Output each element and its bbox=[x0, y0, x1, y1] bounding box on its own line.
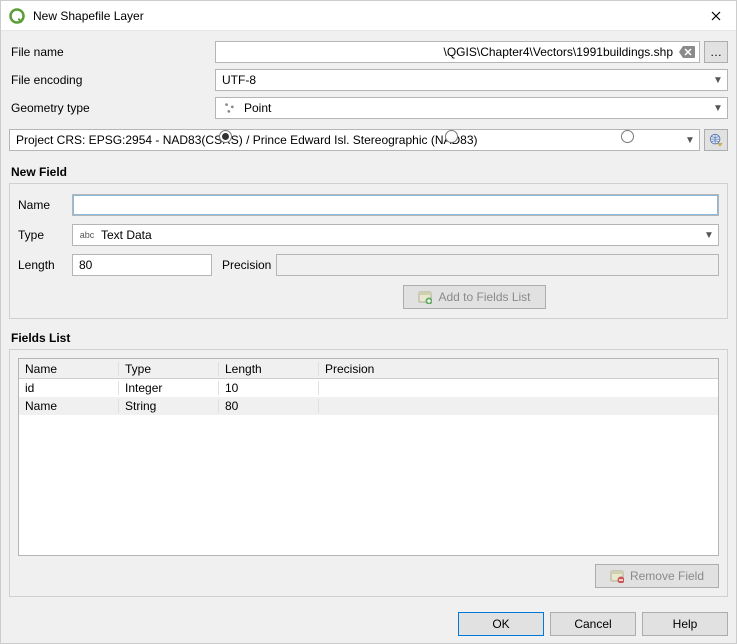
nf-precision-label: Precision bbox=[218, 258, 270, 272]
file-encoding-combo[interactable]: UTF-8 ▼ bbox=[215, 69, 728, 91]
window-title: New Shapefile Layer bbox=[33, 9, 144, 23]
browse-label: … bbox=[710, 45, 722, 59]
table-header: Name Type Length Precision bbox=[19, 359, 718, 379]
fields-list-title: Fields List bbox=[11, 331, 728, 345]
help-button[interactable]: Help bbox=[642, 612, 728, 636]
add-field-icon bbox=[418, 290, 432, 304]
nf-length-input[interactable] bbox=[72, 254, 212, 276]
text-type-icon: abc bbox=[79, 230, 95, 240]
geometry-type-combo[interactable]: Point ▼ bbox=[215, 97, 728, 119]
cell-type: Integer bbox=[119, 381, 219, 395]
file-name-input[interactable]: \QGIS\Chapter4\Vectors\1991buildings.shp bbox=[215, 41, 700, 63]
geometry-type-value: Point bbox=[244, 101, 707, 115]
add-to-fields-button[interactable]: Add to Fields List bbox=[403, 285, 545, 309]
cell-name: id bbox=[19, 381, 119, 395]
nf-type-value: Text Data bbox=[101, 228, 698, 242]
file-name-label: File name bbox=[9, 45, 209, 59]
ok-button[interactable]: OK bbox=[458, 612, 544, 636]
chevron-down-icon: ▼ bbox=[685, 135, 695, 146]
geometry-type-label: Geometry type bbox=[9, 101, 209, 115]
table-body: id Integer 10 Name String 80 bbox=[19, 379, 718, 555]
app-icon bbox=[9, 8, 25, 24]
cell-length: 10 bbox=[219, 381, 319, 395]
remove-field-label: Remove Field bbox=[630, 569, 704, 583]
cancel-button[interactable]: Cancel bbox=[550, 612, 636, 636]
crs-value: Project CRS: EPSG:2954 - NAD83(CSRS) / P… bbox=[16, 133, 679, 147]
radio-icon bbox=[621, 130, 634, 143]
th-type[interactable]: Type bbox=[119, 362, 219, 376]
point-icon bbox=[222, 100, 238, 116]
th-precision[interactable]: Precision bbox=[319, 362, 718, 376]
crs-combo[interactable]: Project CRS: EPSG:2954 - NAD83(CSRS) / P… bbox=[9, 129, 700, 151]
remove-field-button[interactable]: Remove Field bbox=[595, 564, 719, 588]
dialog-button-bar: OK Cancel Help bbox=[1, 605, 736, 643]
dialog-content: File name \QGIS\Chapter4\Vectors\1991bui… bbox=[1, 31, 736, 605]
dialog-window: New Shapefile Layer File name \QGIS\Chap… bbox=[0, 0, 737, 644]
chevron-down-icon: ▼ bbox=[704, 230, 714, 241]
table-row[interactable]: Name String 80 bbox=[19, 397, 718, 415]
browse-file-button[interactable]: … bbox=[704, 41, 728, 63]
file-name-value: \QGIS\Chapter4\Vectors\1991buildings.shp bbox=[222, 45, 673, 59]
file-encoding-label: File encoding bbox=[9, 73, 209, 87]
titlebar: New Shapefile Layer bbox=[1, 1, 736, 31]
clear-path-icon[interactable] bbox=[679, 45, 695, 59]
th-length[interactable]: Length bbox=[219, 362, 319, 376]
nf-precision-input[interactable] bbox=[276, 254, 719, 276]
nf-name-label: Name bbox=[18, 198, 66, 212]
nf-type-label: Type bbox=[18, 228, 66, 242]
new-field-group: Name Type abc Text Data ▼ Length Precisi… bbox=[9, 183, 728, 319]
fields-list-group: Name Type Length Precision id Integer 10… bbox=[9, 349, 728, 597]
radio-icon bbox=[219, 130, 232, 143]
cell-length: 80 bbox=[219, 399, 319, 413]
chevron-down-icon: ▼ bbox=[713, 75, 723, 86]
cell-type: String bbox=[119, 399, 219, 413]
remove-field-icon bbox=[610, 569, 624, 583]
file-encoding-value: UTF-8 bbox=[222, 73, 707, 87]
new-field-title: New Field bbox=[11, 165, 728, 179]
nf-type-combo[interactable]: abc Text Data ▼ bbox=[72, 224, 719, 246]
radio-icon bbox=[445, 130, 458, 143]
globe-icon bbox=[709, 133, 723, 147]
cell-name: Name bbox=[19, 399, 119, 413]
close-button[interactable] bbox=[696, 1, 736, 31]
chevron-down-icon: ▼ bbox=[713, 103, 723, 114]
add-to-fields-label: Add to Fields List bbox=[438, 290, 530, 304]
nf-length-label: Length bbox=[18, 258, 66, 272]
crs-select-button[interactable] bbox=[704, 129, 728, 151]
th-name[interactable]: Name bbox=[19, 362, 119, 376]
table-row[interactable]: id Integer 10 bbox=[19, 379, 718, 397]
nf-name-input[interactable] bbox=[72, 194, 719, 216]
fields-table[interactable]: Name Type Length Precision id Integer 10… bbox=[18, 358, 719, 556]
